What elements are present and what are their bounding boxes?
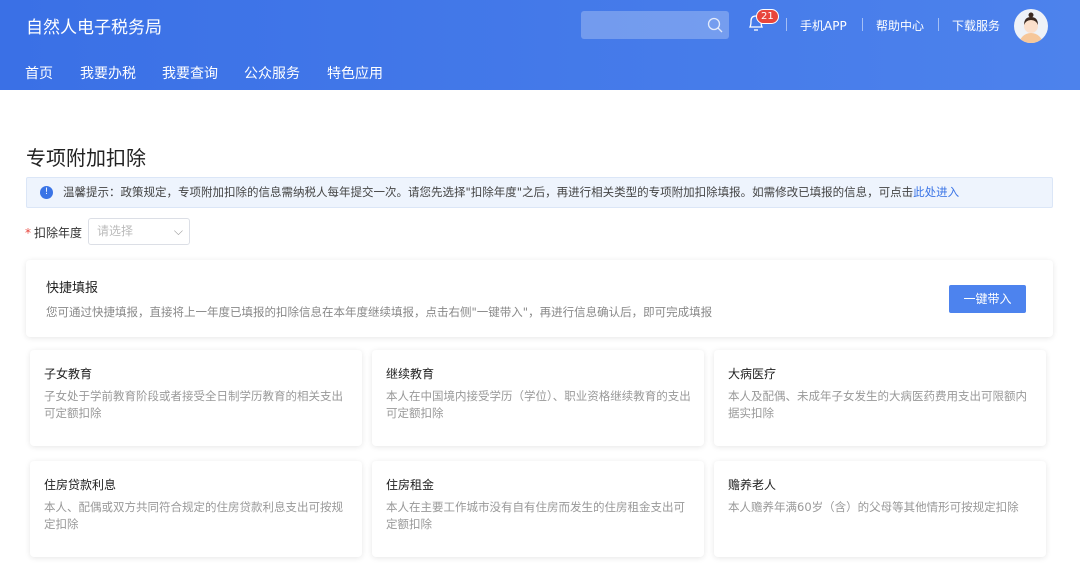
item-card-continuing-education[interactable]: 继续教育 本人在中国境内接受学历（学位）、职业资格继续教育的支出可定额扣除 [372,350,704,446]
mobile-app-link[interactable]: 手机APP [800,17,847,34]
download-link[interactable]: 下载服务 [952,17,1000,34]
alert-banner: ! 温馨提示：政策规定，专项附加扣除的信息需纳税人每年提交一次。请您先选择"扣除… [26,177,1053,208]
nav-home[interactable]: 首页 [25,63,53,83]
notification-badge: 21 [756,9,779,24]
help-center-link[interactable]: 帮助中心 [876,17,924,34]
item-card-mortgage[interactable]: 住房贷款利息 本人、配偶或双方共同符合规定的住房贷款利息支出可按规定扣除 [30,461,362,557]
divider [938,18,939,31]
divider [786,18,787,31]
header: 自然人电子税务局 21 手机APP 帮助中心 下载服务 首页 我要办税 我要查询… [0,0,1080,90]
avatar[interactable] [1014,9,1048,43]
year-select[interactable]: 请选择 ⌵ [88,218,190,245]
nav-public[interactable]: 公众服务 [244,63,300,83]
nav-featured[interactable]: 特色应用 [327,63,383,83]
item-card-child-education[interactable]: 子女教育 子女处于学前教育阶段或者接受全日制学历教育的相关支出可定额扣除 [30,350,362,446]
item-card-medical[interactable]: 大病医疗 本人及配偶、未成年子女发生的大病医药费用支出可限额内据实扣除 [714,350,1046,446]
item-card-rent[interactable]: 住房租金 本人在主要工作城市没有自有住房而发生的住房租金支出可定额扣除 [372,461,704,557]
site-title[interactable]: 自然人电子税务局 [26,13,162,38]
alert-text: 温馨提示：政策规定，专项附加扣除的信息需纳税人每年提交一次。请您先选择"扣除年度… [63,185,914,199]
year-label: * 扣除年度 [25,226,83,240]
nav-query[interactable]: 我要查询 [162,63,218,83]
divider [862,18,863,31]
quick-title: 快捷填报 [46,281,99,296]
search-input[interactable] [581,11,729,39]
search-icon[interactable] [707,17,723,33]
item-card-elderly[interactable]: 赡养老人 本人赡养年满60岁（含）的父母等其他情形可按规定扣除 [714,461,1046,557]
page-title: 专项附加扣除 [26,146,146,170]
quick-fill-card: 快捷填报 您可通过快捷填报，直接将上一年度已填报的扣除信息在本年度继续填报，点击… [26,260,1053,337]
one-click-import-button[interactable]: 一键带入 [949,285,1026,313]
quick-desc: 您可通过快捷填报，直接将上一年度已填报的扣除信息在本年度继续填报，点击右侧"一键… [46,305,713,319]
alert-link[interactable]: 此处进入 [913,185,959,199]
chevron-down-icon: ⌵ [173,224,183,238]
info-icon: ! [40,186,53,199]
nav-tax[interactable]: 我要办税 [80,63,136,83]
